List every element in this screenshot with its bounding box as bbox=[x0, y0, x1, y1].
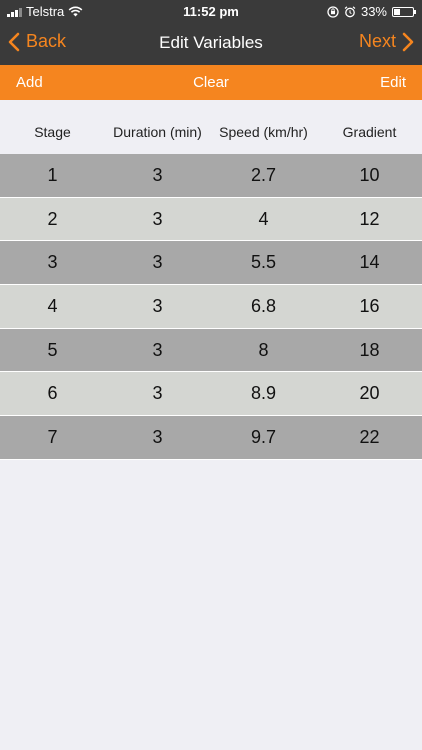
cell-duration: 3 bbox=[152, 426, 163, 447]
cell-stage: 1 bbox=[47, 164, 58, 185]
cell-speed: 5.5 bbox=[250, 252, 277, 273]
action-toolbar: Add Clear Edit bbox=[0, 65, 422, 100]
table-row[interactable]: 6 3 8.9 20 bbox=[0, 372, 422, 417]
status-right: 33% bbox=[327, 4, 416, 19]
cell-gradient: 10 bbox=[359, 164, 380, 185]
cell-stage: 7 bbox=[47, 426, 58, 447]
cell-duration: 3 bbox=[152, 339, 163, 360]
cell-stage: 2 bbox=[47, 208, 58, 229]
cell-gradient: 20 bbox=[359, 383, 380, 404]
cell-stage: 3 bbox=[47, 252, 58, 273]
table-row[interactable]: 2 3 4 12 bbox=[0, 197, 422, 242]
cell-gradient: 22 bbox=[359, 426, 380, 447]
cell-duration: 3 bbox=[152, 252, 163, 273]
edit-button[interactable]: Edit bbox=[380, 74, 406, 91]
top-bar: Telstra 11:52 pm 33% Back Edit Variables… bbox=[0, 0, 422, 65]
table-row[interactable]: 1 3 2.7 10 bbox=[0, 154, 422, 198]
table-row[interactable]: 4 3 6.8 16 bbox=[0, 285, 422, 329]
cell-duration: 3 bbox=[152, 164, 163, 185]
stage-table: 1 3 2.7 10 2 3 4 12 3 3 5.5 14 4 3 6.8 1… bbox=[0, 154, 422, 460]
header-duration: Duration (min) bbox=[113, 124, 202, 140]
next-label: Next bbox=[358, 31, 396, 51]
cell-stage: 6 bbox=[47, 383, 58, 404]
table-row[interactable]: 3 3 5.5 14 bbox=[0, 241, 422, 286]
cell-speed: 8 bbox=[258, 339, 269, 360]
cell-speed: 8.9 bbox=[250, 383, 277, 404]
cell-speed: 2.7 bbox=[250, 164, 277, 185]
cell-gradient: 18 bbox=[359, 339, 380, 360]
battery-percent: 33% bbox=[360, 4, 387, 19]
rotation-lock-icon bbox=[327, 5, 339, 18]
chevron-right-icon bbox=[402, 32, 414, 51]
cell-speed: 9.7 bbox=[250, 426, 277, 447]
table-header: Stage Duration (min) Speed (km/hr) Gradi… bbox=[0, 124, 422, 146]
cell-gradient: 14 bbox=[359, 252, 380, 273]
header-stage: Stage bbox=[34, 124, 71, 140]
navigation-bar: Back Edit Variables Next bbox=[0, 22, 422, 65]
cell-duration: 3 bbox=[152, 295, 163, 316]
table-row[interactable]: 5 3 8 18 bbox=[0, 328, 422, 373]
battery-icon bbox=[392, 6, 416, 17]
header-gradient: Gradient bbox=[342, 124, 397, 140]
edit-variables-screen: Telstra 11:52 pm 33% Back Edit Variables… bbox=[0, 0, 422, 750]
cell-stage: 4 bbox=[47, 295, 58, 316]
next-button[interactable]: Next bbox=[359, 31, 414, 52]
cell-gradient: 16 bbox=[359, 295, 380, 316]
clear-button[interactable]: Clear bbox=[0, 74, 422, 91]
table-row[interactable]: 7 3 9.7 22 bbox=[0, 416, 422, 460]
status-bar: Telstra 11:52 pm 33% bbox=[0, 0, 422, 22]
cell-duration: 3 bbox=[152, 208, 163, 229]
alarm-icon bbox=[344, 5, 356, 17]
cell-speed: 6.8 bbox=[250, 295, 277, 316]
cell-duration: 3 bbox=[152, 383, 163, 404]
header-speed: Speed (km/hr) bbox=[219, 124, 308, 140]
cell-gradient: 12 bbox=[359, 208, 380, 229]
cell-stage: 5 bbox=[47, 339, 58, 360]
cell-speed: 4 bbox=[258, 208, 269, 229]
